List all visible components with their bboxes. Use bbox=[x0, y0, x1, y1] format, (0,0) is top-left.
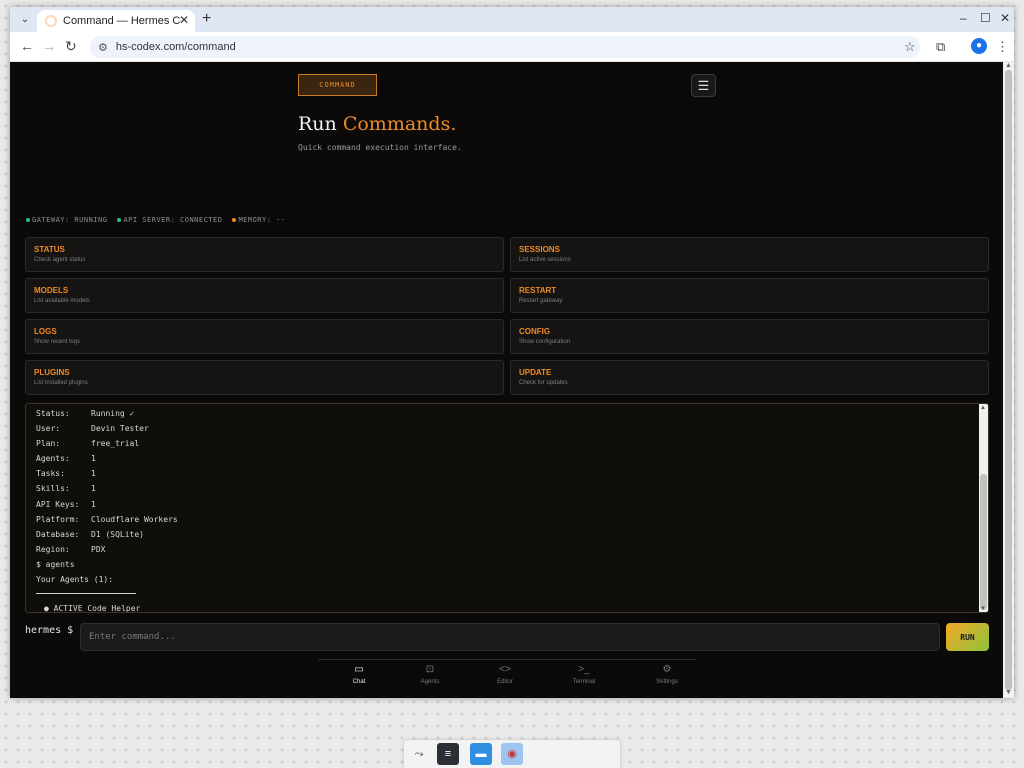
bookmark-star-icon[interactable]: ☆ bbox=[904, 39, 916, 55]
status-dot-icon bbox=[232, 218, 237, 222]
address-bar[interactable]: ⚙ hs-codex.com/command bbox=[90, 36, 920, 58]
command-status[interactable]: STATUS Check agent status bbox=[25, 237, 504, 272]
page-scroll-up-icon[interactable]: ▲ bbox=[1005, 62, 1012, 69]
maximize-icon[interactable]: ☐ bbox=[980, 11, 991, 25]
command-logs[interactable]: LOGS Show recent logs bbox=[25, 319, 504, 354]
reload-icon[interactable]: ↻ bbox=[65, 38, 77, 55]
forward-icon[interactable]: → bbox=[42, 38, 56, 54]
nav-terminal[interactable]: >_ Terminal bbox=[559, 664, 609, 685]
run-button[interactable]: RUN bbox=[946, 623, 989, 651]
more-menu-icon[interactable]: ⋮ bbox=[996, 39, 1009, 55]
agent-line: ● ACTIVE Code Helper bbox=[44, 604, 141, 613]
favicon-icon bbox=[45, 15, 57, 27]
tab-search-chevron-icon[interactable]: ⌄ bbox=[16, 11, 34, 29]
command-grid: STATUS Check agent status SESSIONS List ac… bbox=[25, 237, 989, 395]
title-plain: Run bbox=[298, 113, 343, 135]
command-update[interactable]: UPDATE Check for updates bbox=[510, 360, 989, 395]
files-app-icon[interactable]: ▬ bbox=[470, 743, 492, 765]
status-gateway: GATEWAY: RUNNING bbox=[26, 216, 107, 224]
status-bar: GATEWAY: RUNNING API SERVER: CONNECTED M… bbox=[26, 216, 286, 224]
command-restart[interactable]: RESTART Restart gateway bbox=[510, 278, 989, 313]
shell-prompt: hermes $ bbox=[25, 625, 74, 636]
bottom-nav: ▭ Chat ⊡ Agents <> Editor >_ Terminal ⚙ Setti… bbox=[318, 659, 696, 694]
page-badge: COMMAND bbox=[298, 74, 377, 96]
terminal-command-line: $ agents bbox=[36, 559, 75, 569]
terminal-row: Plan: free_trial bbox=[36, 439, 140, 449]
toolbar: ← → ↻ ⚙ hs-codex.com/command ☆ ⧉ ● ⋮ bbox=[10, 32, 1014, 62]
command-models[interactable]: MODELS List available models bbox=[25, 278, 504, 313]
nav-editor[interactable]: <> Editor bbox=[480, 664, 530, 685]
page-content: COMMAND ☰ Run Commands. Quick command ex… bbox=[10, 62, 1003, 698]
command-input[interactable] bbox=[80, 623, 940, 651]
terminal-row: API Keys: 1 bbox=[36, 499, 96, 509]
status-dot-icon bbox=[117, 218, 122, 222]
site-info-icon[interactable]: ⚙ bbox=[98, 41, 108, 54]
nav-settings[interactable]: ⚙ Settings bbox=[642, 664, 692, 685]
scroll-down-icon[interactable]: ▼ bbox=[980, 606, 986, 612]
page-subtitle: Quick command execution interface. bbox=[298, 143, 462, 152]
command-plugins[interactable]: PLUGINS List installed plugins bbox=[25, 360, 504, 395]
launcher-icon[interactable]: ⤳ bbox=[408, 743, 430, 765]
close-window-icon[interactable]: ✕ bbox=[1000, 11, 1010, 25]
code-icon: <> bbox=[499, 664, 511, 675]
scroll-up-icon[interactable]: ▲ bbox=[980, 405, 986, 411]
status-dot-icon bbox=[26, 218, 30, 222]
terminal-row: Region: PDX bbox=[36, 544, 106, 554]
status-memory: MEMORY: -- bbox=[232, 216, 285, 224]
chat-icon: ▭ bbox=[354, 664, 364, 675]
command-sessions[interactable]: SESSIONS List active sessions bbox=[510, 237, 989, 272]
extensions-icon[interactable]: ⧉ bbox=[936, 39, 945, 55]
agents-header: Your Agents (1): bbox=[36, 575, 114, 585]
new-tab-button[interactable]: + bbox=[202, 10, 211, 28]
page-title: Run Commands. bbox=[298, 113, 456, 135]
terminal-row: Database: D1 (SQLite) bbox=[36, 529, 144, 539]
gear-icon: ⚙ bbox=[662, 664, 672, 675]
terminal-row: Tasks: 1 bbox=[36, 469, 96, 479]
command-config[interactable]: CONFIG Show configuration bbox=[510, 319, 989, 354]
hamburger-icon[interactable]: ☰ bbox=[691, 74, 716, 97]
terminal-row: Status: Running ✓ bbox=[36, 409, 135, 418]
page-scroll-down-icon[interactable]: ▼ bbox=[1005, 689, 1012, 696]
minimize-icon[interactable]: – bbox=[960, 11, 967, 25]
settings-app-icon[interactable]: ≡ bbox=[437, 743, 459, 765]
terminal-lines: Status: Running ✓ User: Devin Tester Plan:… bbox=[36, 406, 178, 613]
close-tab-icon[interactable]: ✕ bbox=[179, 13, 189, 27]
back-icon[interactable]: ← bbox=[20, 38, 34, 54]
terminal-row: User: Devin Tester bbox=[36, 424, 149, 434]
page-scrollbar[interactable]: ▲ ▼ bbox=[1003, 62, 1014, 698]
profile-avatar-icon[interactable]: ● bbox=[971, 38, 987, 54]
tab-title: Command — Hermes Codex bbox=[63, 15, 181, 27]
terminal-row: Platform: Cloudflare Workers bbox=[36, 514, 178, 524]
terminal-output[interactable]: Status: Running ✓ User: Devin Tester Plan:… bbox=[25, 403, 989, 613]
tab-strip: ⌄ Command — Hermes Codex ✕ + – ☐ ✕ bbox=[10, 7, 1014, 32]
terminal-icon: >_ bbox=[578, 664, 590, 675]
terminal-divider bbox=[36, 593, 136, 595]
status-api: API SERVER: CONNECTED bbox=[117, 216, 222, 224]
terminal-scrollbar[interactable]: ▲ ▼ bbox=[979, 404, 988, 612]
terminal-scroll-thumb[interactable] bbox=[980, 474, 987, 610]
robot-icon: ⊡ bbox=[425, 664, 435, 675]
title-accent: Commands. bbox=[342, 113, 457, 135]
taskbar: ⤳ ≡ ▬ ◉ bbox=[404, 740, 620, 768]
nav-agents[interactable]: ⊡ Agents bbox=[405, 664, 455, 685]
page-scroll-thumb[interactable] bbox=[1005, 70, 1012, 690]
terminal-row: Agents: 1 bbox=[36, 454, 96, 464]
browser-window: ⌄ Command — Hermes Codex ✕ + – ☐ ✕ ← → ↻… bbox=[10, 7, 1014, 698]
terminal-row: Skills: 1 bbox=[36, 484, 96, 494]
nav-chat[interactable]: ▭ Chat bbox=[334, 664, 384, 685]
url-text: hs-codex.com/command bbox=[115, 41, 236, 53]
browser-tab[interactable]: Command — Hermes Codex ✕ bbox=[37, 10, 195, 32]
chrome-app-icon[interactable]: ◉ bbox=[501, 743, 523, 765]
